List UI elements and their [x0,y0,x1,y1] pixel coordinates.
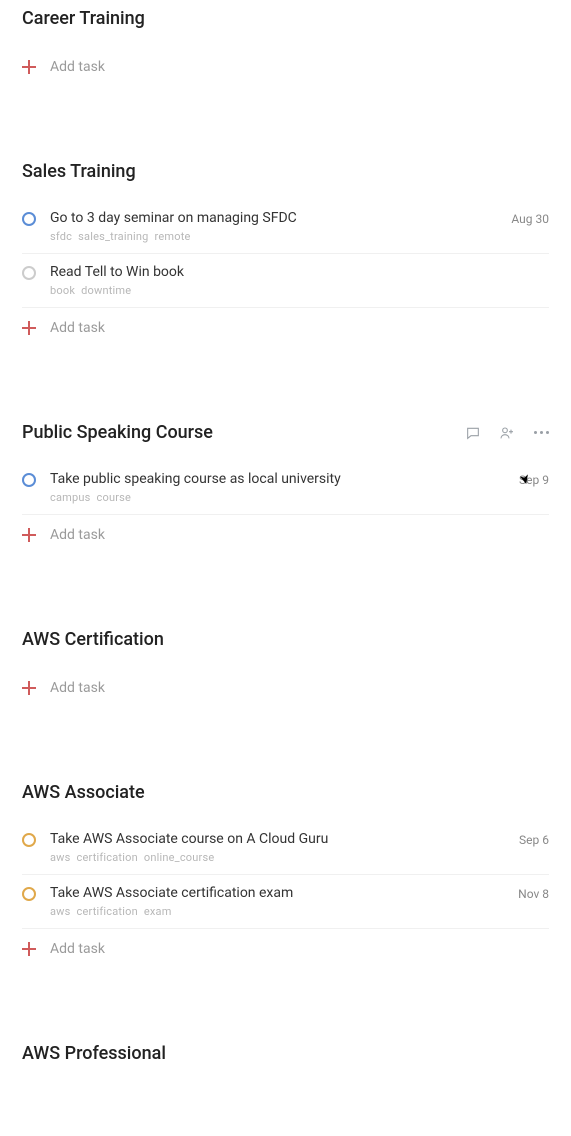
task-tags: sfdc sales_training remote [50,230,501,243]
task-tags: book downtime [50,284,549,297]
section-header[interactable]: Sales Training [22,153,549,182]
section: Career Training Add task [22,0,549,81]
task-tag[interactable]: remote [155,230,191,243]
add-task-button[interactable]: Add task [22,308,549,342]
add-task-label: Add task [50,59,105,75]
task-tag[interactable]: book [50,284,75,297]
section-title[interactable]: Sales Training [22,161,136,182]
task-title[interactable]: Go to 3 day seminar on managing SFDC [50,210,501,226]
section-header[interactable]: Career Training [22,0,549,29]
section-title[interactable]: AWS Associate [22,782,145,803]
section-title[interactable]: Career Training [22,8,145,29]
task-tags: aws certification exam [50,905,508,918]
task-tag[interactable]: campus [50,491,91,504]
task-checkbox[interactable] [22,212,36,226]
task-date[interactable]: Nov 8 [518,885,549,901]
task-tags: campus course [50,491,509,504]
section-actions [465,425,549,441]
add-task-button[interactable]: Add task [22,515,549,549]
section: AWS Professional [22,1035,549,1064]
assign-icon[interactable] [499,425,515,441]
section-header[interactable]: AWS Certification [22,621,549,650]
task-tags: aws certification online_course [50,851,509,864]
task-tag[interactable]: online_course [144,851,215,864]
task-title[interactable]: Take public speaking course as local uni… [50,471,509,487]
task-tag[interactable]: aws [50,851,71,864]
task-title[interactable]: Take AWS Associate certification exam [50,885,508,901]
add-task-label: Add task [50,320,105,336]
add-task-button[interactable]: Add task [22,668,549,702]
section: Sales Training Go to 3 day seminar on man… [22,153,549,342]
task-body: Read Tell to Win book book downtime [50,264,549,297]
task-tag[interactable]: aws [50,905,71,918]
task-row[interactable]: Read Tell to Win book book downtime [22,254,549,308]
plus-icon [22,528,36,542]
task-body: Take AWS Associate course on A Cloud Gur… [50,831,509,864]
task-row[interactable]: Take public speaking course as local uni… [22,461,549,515]
task-checkbox[interactable] [22,266,36,280]
task-body: Take public speaking course as local uni… [50,471,509,504]
section: AWS Associate Take AWS Associate course o… [22,774,549,963]
plus-icon [22,321,36,335]
add-task-label: Add task [50,680,105,696]
task-tag[interactable]: sales_training [78,230,148,243]
section: AWS Certification Add task [22,621,549,702]
task-row[interactable]: Go to 3 day seminar on managing SFDC sfdc… [22,200,549,254]
add-task-button[interactable]: Add task [22,929,549,963]
task-tag[interactable]: certification [77,905,138,918]
section-header[interactable]: AWS Professional [22,1035,549,1064]
task-body: Take AWS Associate certification exam aws… [50,885,508,918]
task-date[interactable]: Aug 30 [511,210,549,226]
section-header[interactable]: Public Speaking Course [22,414,549,443]
task-row[interactable]: Take AWS Associate certification exam aws… [22,875,549,929]
task-tag[interactable]: downtime [81,284,131,297]
add-task-label: Add task [50,527,105,543]
task-checkbox[interactable] [22,887,36,901]
task-checkbox[interactable] [22,473,36,487]
plus-icon [22,942,36,956]
more-icon[interactable] [533,425,549,441]
task-title[interactable]: Read Tell to Win book [50,264,549,280]
section-header[interactable]: AWS Associate [22,774,549,803]
add-task-button[interactable]: Add task [22,47,549,81]
task-tag[interactable]: exam [144,905,172,918]
section: Public Speaking Course Take public speaki… [22,414,549,549]
section-title[interactable]: AWS Certification [22,629,164,650]
task-title[interactable]: Take AWS Associate course on A Cloud Gur… [50,831,509,847]
task-checkbox[interactable] [22,833,36,847]
task-date[interactable]: Sep 9 [519,471,549,487]
task-tag[interactable]: sfdc [50,230,72,243]
section-title[interactable]: Public Speaking Course [22,422,213,443]
task-date[interactable]: Sep 6 [519,831,549,847]
plus-icon [22,60,36,74]
comment-icon[interactable] [465,425,481,441]
task-row[interactable]: Take AWS Associate course on A Cloud Gur… [22,821,549,875]
task-tag[interactable]: course [97,491,132,504]
add-task-label: Add task [50,941,105,957]
task-body: Go to 3 day seminar on managing SFDC sfdc… [50,210,501,243]
section-title[interactable]: AWS Professional [22,1043,166,1064]
task-tag[interactable]: certification [77,851,138,864]
plus-icon [22,681,36,695]
